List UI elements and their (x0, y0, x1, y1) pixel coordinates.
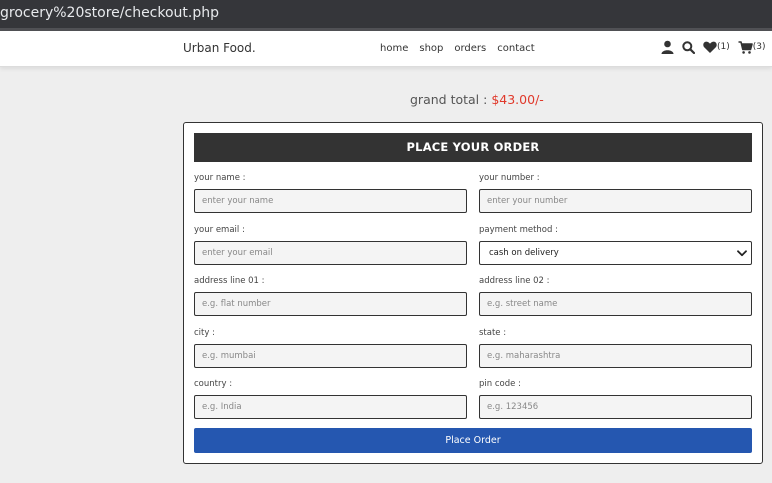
user-icon[interactable] (661, 40, 674, 54)
country-field-group: country : (194, 379, 467, 419)
address1-input[interactable] (194, 292, 467, 316)
form-title: PLACE YOUR ORDER (194, 133, 752, 162)
city-field-group: city : (194, 328, 467, 368)
state-input[interactable] (479, 344, 752, 368)
browser-url-bar[interactable]: grocery%20store/checkout.php (0, 0, 772, 28)
state-field-group: state : (479, 328, 752, 368)
address1-label: address line 01 : (194, 276, 265, 286)
site-navbar: Urban Food. home shop orders contact (1)… (0, 31, 772, 67)
search-icon[interactable] (682, 40, 695, 54)
address2-field-group: address line 02 : (479, 276, 752, 316)
grand-total-label: grand total : (410, 92, 488, 107)
address2-label: address line 02 : (479, 276, 550, 286)
payment-field-group: payment method : cash on delivery (479, 225, 752, 265)
url-text: grocery%20store/checkout.php (0, 5, 220, 21)
payment-label: payment method : (479, 225, 558, 235)
site-logo[interactable]: Urban Food. (183, 41, 256, 55)
wishlist-count: (1) (717, 42, 730, 52)
nav-link-home[interactable]: home (380, 43, 408, 54)
nav-icons: (1) (3) (661, 40, 772, 54)
address2-input[interactable] (479, 292, 752, 316)
city-input[interactable] (194, 344, 467, 368)
name-field-group: your name : (194, 173, 467, 213)
city-label: city : (194, 328, 215, 338)
grand-total-value: $43.00/- (491, 92, 544, 107)
checkout-form: PLACE YOUR ORDER your name : your number… (183, 122, 763, 464)
nav-link-contact[interactable]: contact (497, 43, 534, 54)
name-label: your name : (194, 173, 246, 183)
name-input[interactable] (194, 189, 467, 213)
country-label: country : (194, 379, 233, 389)
number-field-group: your number : (479, 173, 752, 213)
country-input[interactable] (194, 395, 467, 419)
address1-field-group: address line 01 : (194, 276, 467, 316)
email-input[interactable] (194, 241, 467, 265)
number-label: your number : (479, 173, 540, 183)
email-field-group: your email : (194, 225, 467, 265)
chevron-down-icon (737, 249, 747, 256)
nav-links: home shop orders contact (380, 43, 546, 54)
wishlist-button[interactable]: (1) (703, 41, 730, 53)
pincode-input[interactable] (479, 395, 752, 419)
nav-link-orders[interactable]: orders (454, 43, 486, 54)
number-input[interactable] (479, 189, 752, 213)
pincode-label: pin code : (479, 379, 521, 389)
grand-total: grand total : $43.00/- (410, 92, 544, 107)
heart-icon (703, 41, 717, 53)
email-label: your email : (194, 225, 245, 235)
state-label: state : (479, 328, 507, 338)
cart-count: (3) (752, 42, 766, 52)
place-order-button[interactable]: Place Order (194, 428, 752, 453)
cart-icon (738, 40, 753, 54)
payment-method-select[interactable]: cash on delivery (479, 241, 752, 265)
pincode-field-group: pin code : (479, 379, 752, 419)
nav-link-shop[interactable]: shop (419, 43, 443, 54)
payment-method-value: cash on delivery (489, 248, 559, 258)
cart-button[interactable]: (3) (738, 40, 766, 54)
